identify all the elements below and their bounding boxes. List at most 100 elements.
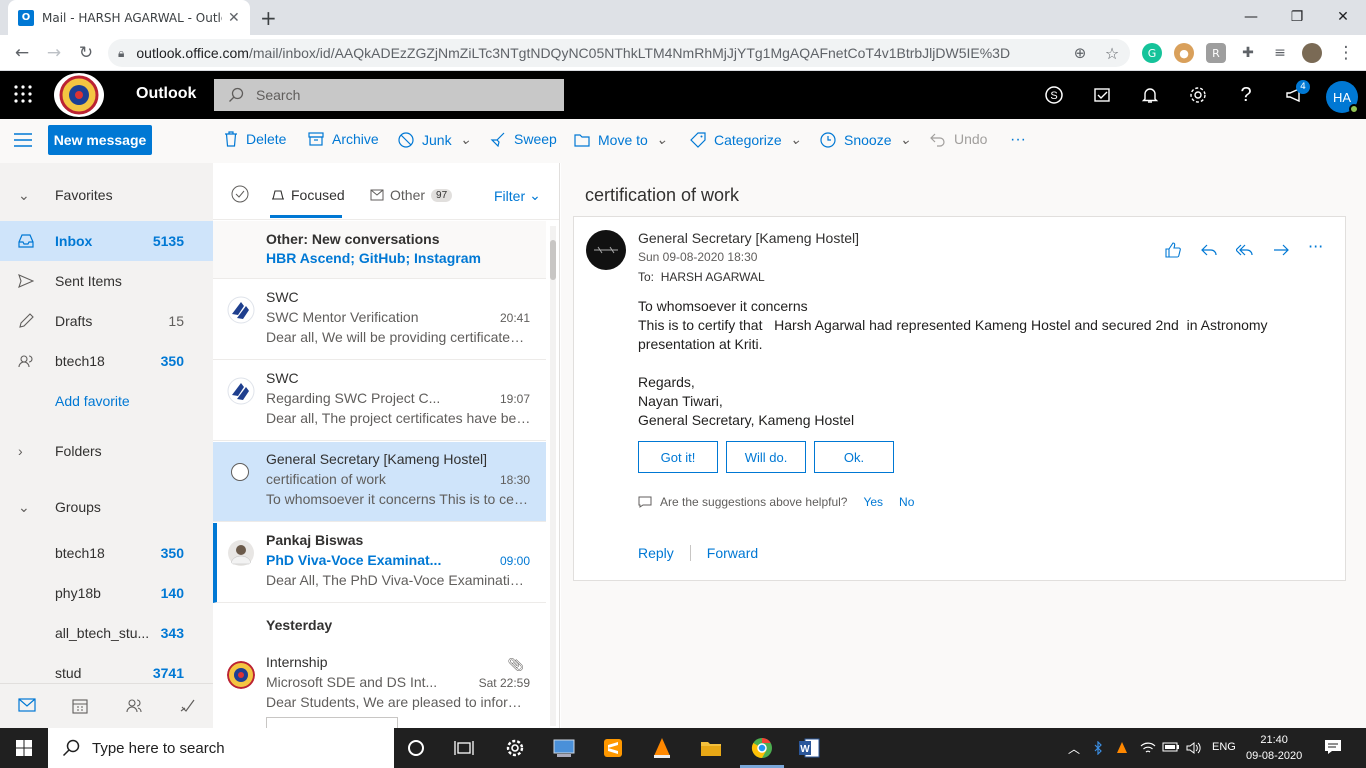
message-list-scrollbar[interactable] (550, 226, 556, 726)
tab-focused[interactable]: Focused (271, 187, 345, 203)
wifi-icon[interactable] (1140, 741, 1156, 755)
list-item[interactable]: SWC SWC Mentor Verification 20:41 Dear a… (213, 280, 546, 360)
new-tab-icon[interactable]: + (260, 6, 277, 30)
calendar-icon[interactable] (72, 698, 88, 714)
other-new-conversations-banner[interactable]: Other: New conversations HBR Ascend; Git… (213, 221, 546, 279)
user-avatar[interactable]: HA (1326, 81, 1359, 114)
minimize-icon[interactable]: — (1228, 4, 1274, 30)
app-launcher-icon[interactable] (14, 85, 32, 103)
grammarly-extension-icon[interactable]: G (1142, 43, 1162, 63)
suggested-reply-button[interactable]: Ok. (814, 441, 894, 473)
tab-other[interactable]: Other 97 (370, 187, 453, 203)
add-favorite-link[interactable]: Add favorite (0, 381, 213, 421)
hamburger-menu-icon[interactable] (14, 133, 32, 147)
sweep-button[interactable]: Sweep (490, 131, 557, 147)
volume-icon[interactable] (1186, 741, 1202, 755)
suggested-reply-button[interactable]: Will do. (726, 441, 806, 473)
delete-button[interactable]: Delete (224, 131, 286, 147)
archive-button[interactable]: Archive (308, 131, 379, 147)
more-options-icon[interactable]: ··· (1308, 237, 1323, 256)
app-title[interactable]: Outlook (136, 85, 196, 103)
favorites-header[interactable]: ⌄ Favorites (0, 175, 213, 215)
undo-button[interactable]: Undo (930, 131, 987, 147)
move-to-button[interactable]: Move to ⌄ (574, 131, 668, 148)
attachment-chip[interactable] (266, 717, 398, 728)
extension-icon[interactable]: R (1206, 43, 1226, 63)
close-window-icon[interactable]: ✕ (1320, 4, 1366, 30)
browser-tab[interactable]: O Mail - HARSH AGARWAL - Outlo ✕ (8, 0, 250, 35)
bell-icon[interactable] (1138, 83, 1162, 107)
system-clock[interactable]: 21:40 09-08-2020 (1246, 732, 1302, 764)
recipient-name[interactable]: HARSH AGARWAL (661, 270, 765, 284)
address-bar[interactable]: 🔒︎ outlook.office.com/mail/inbox/id/AAQk… (108, 39, 1130, 67)
reply-icon[interactable] (1200, 241, 1218, 259)
forward-icon[interactable] (1272, 241, 1290, 259)
sidebar-item-sent[interactable]: Sent Items (0, 261, 213, 301)
task-view-icon[interactable] (452, 736, 476, 760)
cookie-extension-icon[interactable]: ● (1174, 43, 1194, 63)
group-item[interactable]: btech18 350 (0, 533, 213, 573)
bluetooth-icon[interactable] (1093, 741, 1103, 755)
junk-button[interactable]: Junk ⌄ (398, 131, 471, 148)
sidebar-item-inbox[interactable]: Inbox 5135 (0, 221, 213, 261)
help-icon[interactable]: ? (1234, 83, 1258, 107)
forward-icon[interactable]: → (42, 41, 66, 65)
reply-all-icon[interactable] (1236, 241, 1254, 259)
feedback-yes-link[interactable]: Yes (863, 495, 883, 509)
sidebar-item-drafts[interactable]: Drafts 15 (0, 301, 213, 341)
mail-icon[interactable] (18, 698, 36, 712)
windows-start-icon[interactable] (12, 736, 36, 760)
scrollbar-thumb[interactable] (550, 240, 556, 280)
folders-header[interactable]: › Folders (0, 431, 213, 471)
add-page-icon[interactable]: ⊕ (1068, 41, 1092, 65)
filter-button[interactable]: Filter ⌄ (494, 187, 541, 204)
chrome-taskbar-icon[interactable] (750, 736, 774, 760)
word-icon[interactable]: W (797, 736, 821, 760)
group-item[interactable]: all_btech_stu... 343 (0, 613, 213, 653)
battery-icon[interactable] (1162, 741, 1180, 753)
feedback-no-link[interactable]: No (899, 495, 914, 509)
list-item[interactable]: SWC Regarding SWC Project C... 19:07 Dea… (213, 361, 546, 441)
list-item[interactable]: Internship 📎︎ Microsoft SDE and DS Int..… (213, 645, 546, 728)
sender-name[interactable]: General Secretary [Kameng Hostel] (638, 230, 859, 246)
sublime-text-icon[interactable] (601, 736, 625, 760)
profile-avatar[interactable] (1302, 43, 1322, 63)
like-icon[interactable] (1164, 241, 1182, 259)
new-message-button[interactable]: New message (48, 125, 152, 155)
list-item-selected[interactable]: General Secretary [Kameng Hostel] certif… (213, 442, 546, 522)
bookmark-star-icon[interactable]: ☆ (1100, 41, 1124, 65)
people-icon[interactable] (126, 698, 142, 714)
organization-logo[interactable] (54, 73, 104, 117)
forward-button[interactable]: Forward (707, 545, 758, 561)
sender-avatar[interactable] (586, 230, 626, 270)
suggested-reply-button[interactable]: Got it! (638, 441, 718, 473)
action-center-icon[interactable] (1324, 738, 1342, 756)
cortana-icon[interactable] (404, 736, 428, 760)
chrome-menu-icon[interactable]: ⋮ (1334, 41, 1358, 65)
settings-gear-icon[interactable] (1186, 83, 1210, 107)
select-circle-icon[interactable] (230, 462, 250, 482)
list-item-unread[interactable]: Pankaj Biswas PhD Viva-Voce Examinat... … (213, 523, 546, 603)
more-actions-button[interactable]: ··· (1010, 131, 1026, 149)
sidebar-item-btech18[interactable]: btech18 350 (0, 341, 213, 381)
back-icon[interactable]: ← (10, 41, 34, 65)
restore-icon[interactable]: ❐ (1274, 4, 1320, 30)
my-day-icon[interactable] (1090, 83, 1114, 107)
close-tab-icon[interactable]: ✕ (228, 10, 240, 26)
reply-button[interactable]: Reply (638, 545, 674, 561)
show-hidden-icons[interactable]: ︿ (1068, 740, 1080, 757)
extensions-puzzle-icon[interactable]: ✚ (1236, 41, 1260, 65)
search-input[interactable]: Search (214, 79, 564, 111)
categorize-button[interactable]: Categorize ⌄ (690, 131, 801, 148)
control-panel-icon[interactable] (552, 736, 576, 760)
group-item[interactable]: phy18b 140 (0, 573, 213, 613)
todo-icon[interactable] (180, 698, 196, 714)
file-explorer-icon[interactable] (699, 736, 723, 760)
reload-icon[interactable]: ↻ (74, 41, 98, 65)
groups-header[interactable]: ⌄ Groups (0, 487, 213, 527)
vlc-tray-icon[interactable] (1116, 741, 1128, 755)
input-language[interactable]: ENG (1212, 741, 1236, 753)
select-all-icon[interactable] (231, 185, 249, 203)
media-control-icon[interactable]: ≡ (1268, 41, 1292, 65)
snooze-button[interactable]: Snooze ⌄ (820, 131, 911, 148)
